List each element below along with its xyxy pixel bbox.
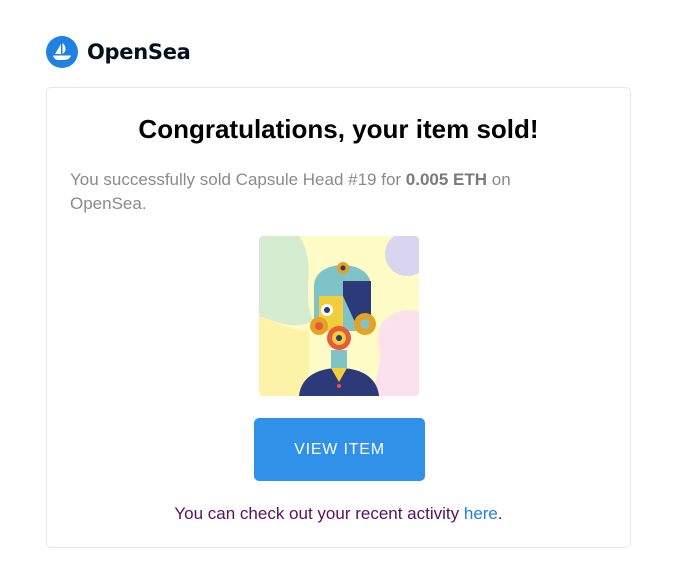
view-item-button[interactable]: VIEW ITEM [254, 418, 425, 481]
headline: Congratulations, your item sold! [138, 114, 539, 144]
notification-card: Congratulations, your item sold! You suc… [46, 87, 631, 548]
activity-prefix: You can check out your recent activity [174, 504, 464, 523]
brand-name: OpenSea [87, 40, 191, 64]
sale-price: 0.005 ETH [405, 170, 488, 189]
nft-artwork-image[interactable] [259, 236, 419, 396]
opensea-ship-icon [46, 36, 78, 68]
recent-activity-text: You can check out your recent activity h… [47, 504, 630, 524]
message-prefix: You successfully sold Capsule Head #19 f… [70, 170, 406, 189]
sale-message: You successfully sold Capsule Head #19 f… [70, 168, 590, 216]
activity-here-link[interactable]: here [464, 504, 498, 523]
email-page: OpenSea Congratulations, your item sold!… [0, 0, 680, 568]
activity-suffix: . [497, 504, 503, 523]
brand-header: OpenSea [46, 36, 191, 68]
